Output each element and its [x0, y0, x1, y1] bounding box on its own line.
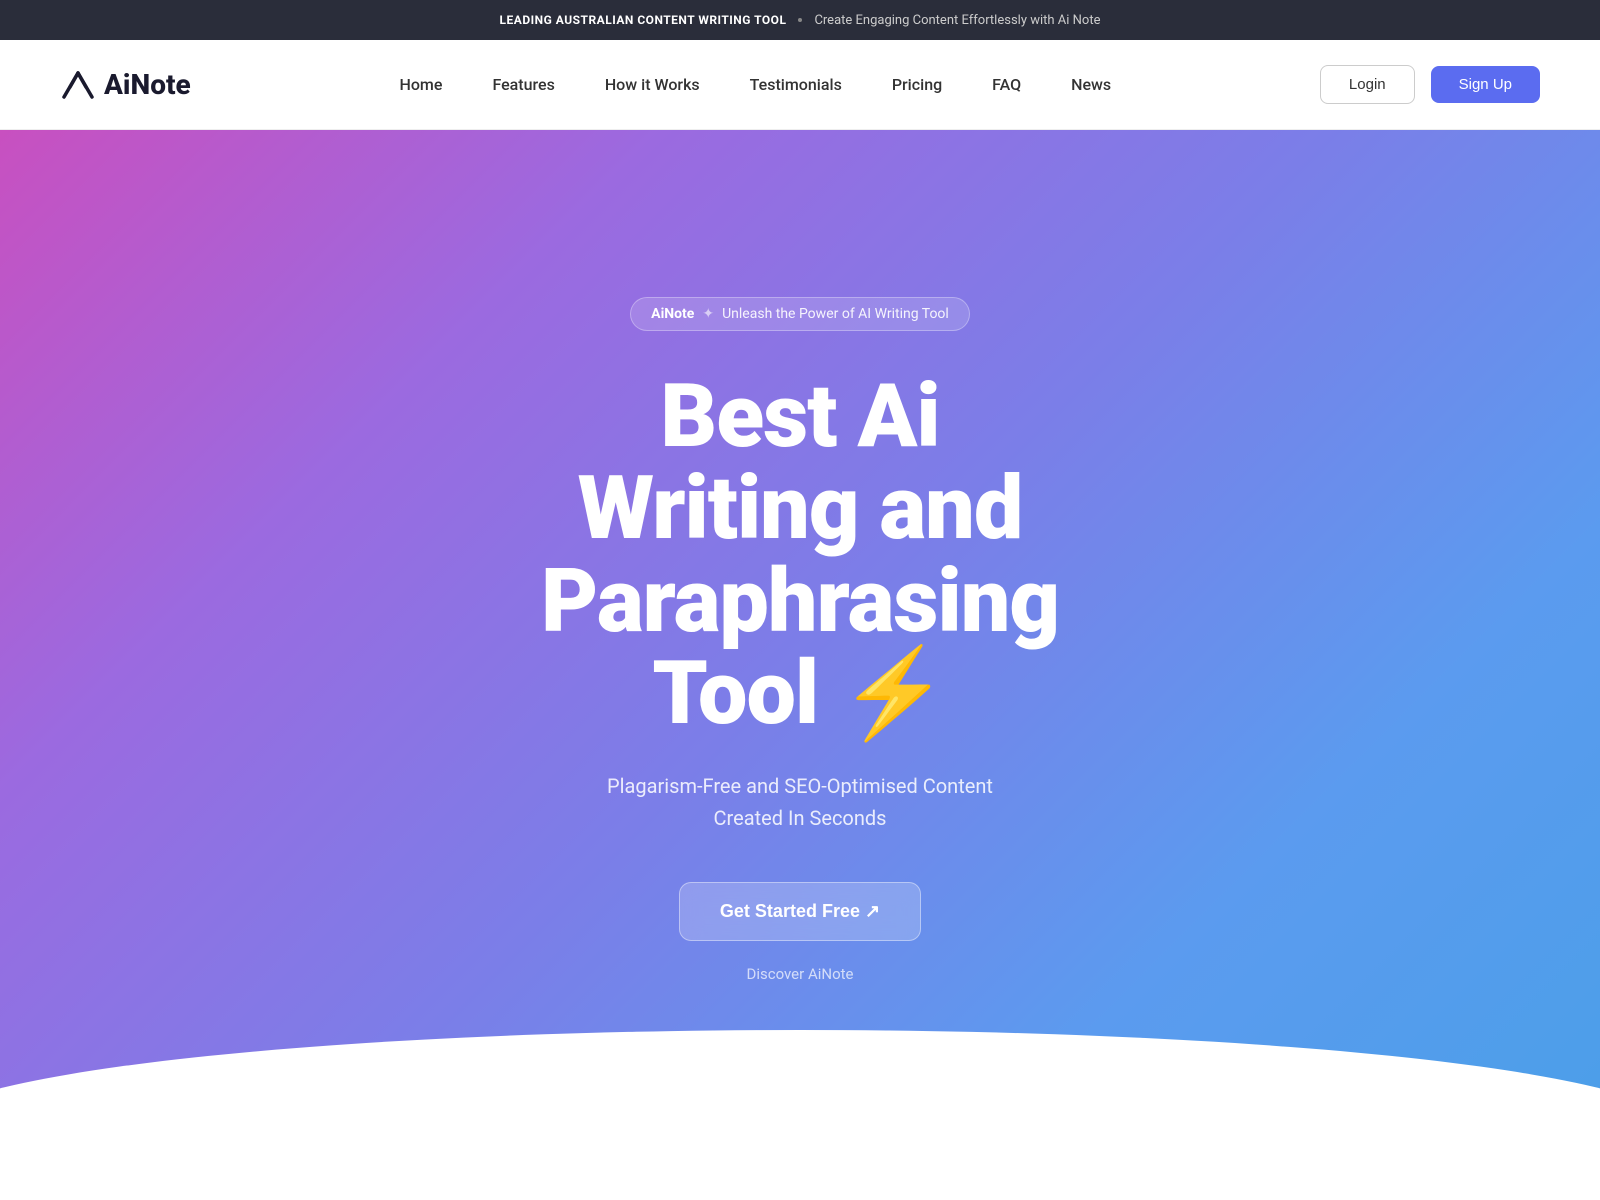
discover-link[interactable]: Discover AiNote — [746, 965, 853, 983]
nav-link-news[interactable]: News — [1071, 75, 1111, 94]
announcement-bar: Leading Australian Content Writing Tool … — [0, 0, 1600, 40]
hero-title-line4: Tool ⚡ — [652, 642, 947, 745]
nav-link-features[interactable]: Features — [492, 75, 554, 94]
nav-link-home[interactable]: Home — [400, 75, 443, 94]
nav-link-how-it-works[interactable]: How it Works — [605, 75, 700, 94]
nav-item-faq[interactable]: FAQ — [992, 75, 1021, 94]
nav-item-news[interactable]: News — [1071, 75, 1111, 94]
hero-subtitle-line1: Plagarism-Free and SEO-Optimised Content — [607, 774, 993, 798]
announcement-brand: Leading Australian Content Writing Tool — [500, 13, 787, 27]
hero-section: AiNote ✦ Unleash the Power of AI Writing… — [0, 130, 1600, 1190]
badge-dot: ✦ — [702, 306, 714, 322]
nav-menu: Home Features How it Works Testimonials … — [400, 75, 1112, 94]
logo[interactable]: AiNote — [60, 67, 191, 103]
nav-item-how-it-works[interactable]: How it Works — [605, 75, 700, 94]
badge-brand: AiNote — [651, 306, 694, 322]
nav-actions: Login Sign Up — [1320, 65, 1540, 104]
hero-title-line3: Paraphrasing — [541, 550, 1059, 653]
login-button[interactable]: Login — [1320, 65, 1415, 104]
cta-button[interactable]: Get Started Free ↗ — [679, 882, 921, 941]
hero-badge: AiNote ✦ Unleash the Power of AI Writing… — [630, 297, 970, 331]
navbar: AiNote Home Features How it Works Testim… — [0, 40, 1600, 130]
announcement-separator — [798, 18, 802, 22]
nav-link-testimonials[interactable]: Testimonials — [750, 75, 842, 94]
hero-title-line1: Best Ai — [660, 365, 939, 468]
nav-item-testimonials[interactable]: Testimonials — [750, 75, 842, 94]
announcement-tagline: Create Engaging Content Effortlessly wit… — [814, 13, 1100, 28]
hero-title-line2: Writing and — [578, 457, 1023, 560]
hero-subtitle-line2: Created In Seconds — [714, 806, 887, 830]
nav-item-features[interactable]: Features — [492, 75, 554, 94]
badge-text: Unleash the Power of AI Writing Tool — [722, 306, 949, 322]
hero-subtitle: Plagarism-Free and SEO-Optimised Content… — [607, 770, 993, 834]
signup-button[interactable]: Sign Up — [1431, 66, 1540, 103]
nav-link-pricing[interactable]: Pricing — [892, 75, 942, 94]
hero-title: Best Ai Writing and Paraphrasing Tool ⚡ — [541, 371, 1059, 741]
logo-icon — [60, 67, 96, 103]
nav-item-home[interactable]: Home — [400, 75, 443, 94]
nav-link-faq[interactable]: FAQ — [992, 75, 1021, 94]
logo-text: AiNote — [104, 68, 191, 101]
nav-item-pricing[interactable]: Pricing — [892, 75, 942, 94]
